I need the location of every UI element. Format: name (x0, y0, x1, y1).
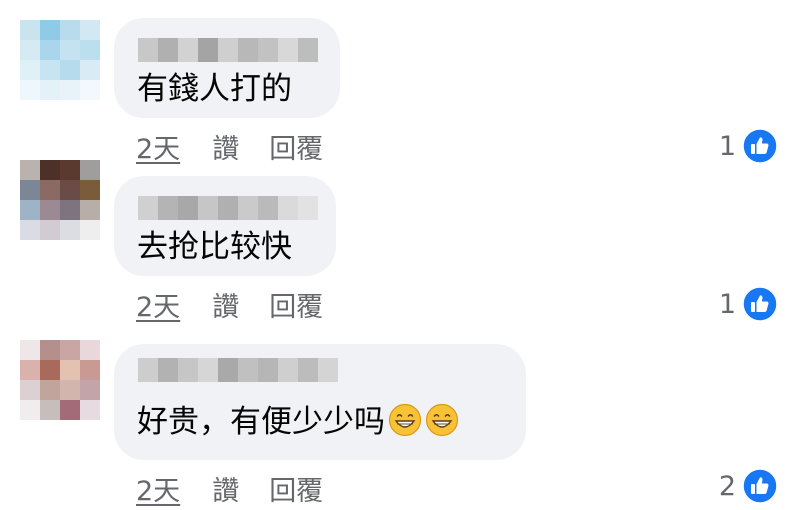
thumbs-up-icon (742, 286, 778, 322)
comment-actions: 2天 讚 回覆 (136, 126, 323, 166)
reaction-count: 1 (718, 288, 736, 320)
commenter-name[interactable] (138, 358, 338, 382)
comment-text: 有錢人打的 (137, 71, 292, 107)
like-button[interactable]: 讚 (212, 285, 239, 324)
reaction-summary[interactable]: 2 (719, 466, 778, 506)
reply-button[interactable]: 回覆 (269, 127, 323, 166)
comment-timestamp[interactable]: 2天 (136, 469, 180, 508)
comment-actions: 2天 讚 回覆 (136, 468, 323, 508)
comment-text: 去抢比较快 (137, 229, 292, 265)
comment-bubble: 有錢人打的 (114, 18, 340, 118)
grinning-face-emoji (425, 403, 459, 437)
avatar[interactable] (20, 340, 100, 420)
commenter-name[interactable] (138, 196, 318, 220)
commenter-name[interactable] (138, 38, 318, 62)
reaction-summary[interactable]: 1 (719, 126, 778, 166)
like-button[interactable]: 讚 (212, 469, 239, 508)
reaction-count: 1 (718, 130, 736, 162)
like-button[interactable]: 讚 (212, 127, 239, 166)
comment-timestamp[interactable]: 2天 (136, 285, 180, 324)
avatar[interactable] (20, 20, 100, 100)
comment-text: 好贵，有便少少吗 (137, 402, 459, 442)
thumbs-up-icon (742, 128, 778, 164)
reaction-summary[interactable]: 1 (719, 284, 778, 324)
comment-bubble: 好贵，有便少少吗 (114, 344, 526, 460)
grinning-face-emoji (388, 403, 422, 437)
avatar[interactable] (20, 160, 100, 240)
reply-button[interactable]: 回覆 (269, 285, 323, 324)
thumbs-up-icon (742, 468, 778, 504)
comment-timestamp[interactable]: 2天 (136, 127, 180, 166)
reaction-count: 2 (718, 470, 736, 502)
comment-text-content: 好贵，有便少少吗 (137, 404, 385, 440)
comment-actions: 2天 讚 回覆 (136, 284, 323, 324)
comment-bubble: 去抢比较快 (114, 176, 336, 276)
reply-button[interactable]: 回覆 (269, 469, 323, 508)
